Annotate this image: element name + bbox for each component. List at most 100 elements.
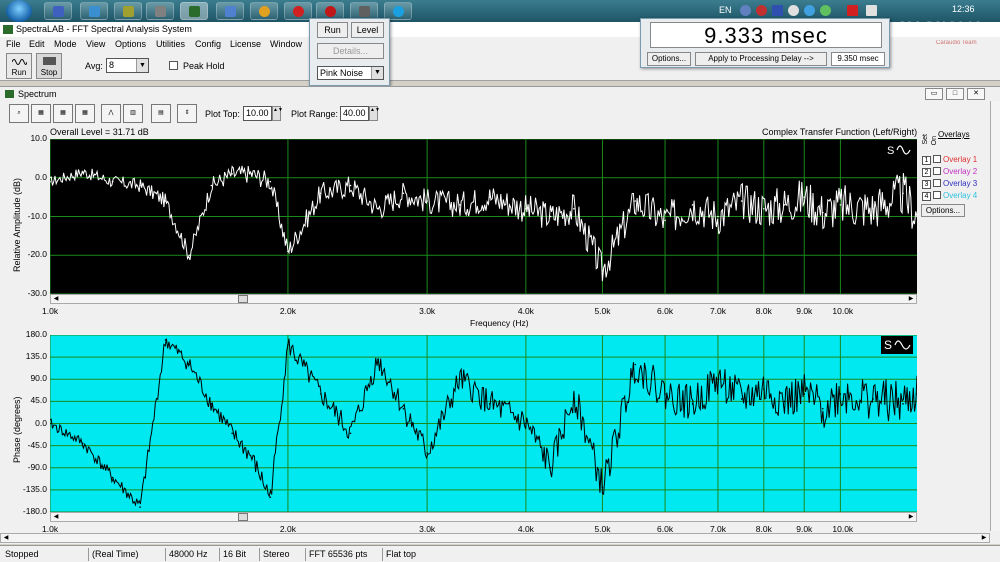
scroll-right-icon[interactable]: ▶ <box>906 295 916 303</box>
overlay-set-button[interactable]: 4 <box>922 192 931 201</box>
zoom-full-icon[interactable]: ▦ <box>75 104 95 123</box>
phase-plot[interactable] <box>50 335 917 512</box>
menu-config[interactable]: Config <box>195 39 221 49</box>
plot-top-spinner[interactable]: ▲▼ <box>272 106 283 121</box>
taskbar-app-2[interactable] <box>80 2 108 20</box>
start-button[interactable] <box>6 0 32 22</box>
flag-icon[interactable] <box>772 5 783 16</box>
data-point <box>573 393 575 395</box>
menu-view[interactable]: View <box>86 39 105 49</box>
signal-type-select[interactable]: Pink Noise ▼ <box>317 66 384 80</box>
y-tick-label: -20.0 <box>27 249 47 260</box>
overlay-set-button[interactable]: 1 <box>922 156 931 165</box>
amd-icon[interactable] <box>847 5 858 16</box>
taskbar-app-4[interactable] <box>146 2 174 20</box>
overlay-options-button[interactable]: Options... <box>921 204 965 217</box>
plot-range-spinner[interactable]: ▲▼ <box>369 106 380 121</box>
overlay-set-button[interactable]: 2 <box>922 168 931 177</box>
status-state: Stopped <box>5 549 39 559</box>
bar-plot-icon[interactable]: ▥ <box>123 104 143 123</box>
taskbar-app-3[interactable] <box>114 2 142 20</box>
scroll-thumb[interactable] <box>238 513 248 521</box>
data-point <box>287 250 289 253</box>
generator-run-button[interactable]: Run <box>317 22 348 38</box>
app-icon <box>359 6 370 17</box>
menu-edit[interactable]: Edit <box>29 39 45 49</box>
overlays-panel: Overlays Set On 1 Overlay 1 2 Overlay 2 3 O… <box>918 128 998 218</box>
zoom-in-icon[interactable]: ▦ <box>31 104 51 123</box>
sine-wave-icon[interactable]: S <box>885 142 913 158</box>
cursor-icon[interactable]: ⇕ <box>177 104 197 123</box>
generator-details-button[interactable]: Details... <box>317 43 384 59</box>
scroll-right-icon[interactable]: ▶ <box>979 534 989 542</box>
close-button[interactable]: ✕ <box>967 88 985 100</box>
generator-level-button[interactable]: Level <box>351 22 384 38</box>
tray-icon[interactable] <box>788 5 799 16</box>
sine-wave-icon[interactable]: S <box>881 336 913 354</box>
run-button[interactable]: Run <box>6 53 32 79</box>
taskbar-app-spectralab[interactable] <box>180 2 208 20</box>
zoom-out-icon[interactable]: ▦ <box>53 104 73 123</box>
stop-button[interactable]: Stop <box>36 53 62 79</box>
function-label: Complex Transfer Function (Left/Right) <box>762 127 918 137</box>
overlay-row-4[interactable]: 4 Overlay 4 <box>922 191 977 202</box>
peak-hold-checkbox[interactable] <box>169 61 178 70</box>
line-plot-icon[interactable]: ⋀ <box>101 104 121 123</box>
tray-icon[interactable] <box>804 5 815 16</box>
menu-window[interactable]: Window <box>270 39 302 49</box>
phase-x-scrollbar[interactable]: ◀ ▶ <box>50 512 917 522</box>
delay-value-field[interactable]: 9.350 msec <box>831 52 885 66</box>
spectrum-window: Spectrum ▭ □ ✕ ⌕ ▦ ▦ ▦ ⋀ ▥ ▤ ⇕ Plot Top:… <box>0 86 1000 544</box>
taskbar-app-chrome[interactable] <box>250 2 278 20</box>
data-point <box>377 358 379 361</box>
overlay-set-button[interactable]: 3 <box>922 180 931 189</box>
minimize-button[interactable]: ▭ <box>925 88 943 100</box>
overlay-checkbox[interactable] <box>933 179 941 187</box>
taskbar-app-8[interactable] <box>284 2 312 20</box>
data-point <box>740 398 743 400</box>
zoom-icon[interactable]: ⌕ <box>9 104 29 123</box>
data-point <box>717 215 719 218</box>
menu-file[interactable]: File <box>6 39 21 49</box>
plot-range-input[interactable]: 40.00 <box>340 106 369 121</box>
scroll-right-icon[interactable]: ▶ <box>906 513 916 521</box>
data-point <box>111 180 114 183</box>
menu-license[interactable]: License <box>230 39 261 49</box>
scroll-thumb[interactable] <box>238 295 248 303</box>
avg-select[interactable]: 8 ▼ <box>106 58 149 73</box>
taskbar-app-6[interactable] <box>216 2 244 20</box>
window-v-scrollbar[interactable] <box>990 101 1000 531</box>
overlay-checkbox[interactable] <box>933 191 941 199</box>
taskbar-app-1[interactable] <box>44 2 72 20</box>
delay-options-button[interactable]: Options... <box>647 52 691 66</box>
volume-icon[interactable] <box>866 5 877 16</box>
table-icon[interactable]: ▤ <box>151 104 171 123</box>
scroll-left-icon[interactable]: ◀ <box>1 534 11 542</box>
overlay-row-2[interactable]: 2 Overlay 2 <box>922 167 977 178</box>
tray-icon[interactable] <box>740 5 751 16</box>
chevron-down-icon[interactable]: ▼ <box>136 59 148 72</box>
tray-icon[interactable] <box>820 5 831 16</box>
clock[interactable]: 12:36 <box>952 4 975 14</box>
menu-mode[interactable]: Mode <box>54 39 77 49</box>
language-indicator[interactable]: EN <box>719 5 732 15</box>
avg-value: 8 <box>109 60 115 70</box>
window-h-scrollbar[interactable]: ◀ ▶ <box>0 533 990 543</box>
plot-top-input[interactable]: 10.00 <box>243 106 272 121</box>
overlay-checkbox[interactable] <box>933 155 941 163</box>
menu-options[interactable]: Options <box>115 39 146 49</box>
y-tick-label: 45.0 <box>30 395 47 406</box>
menu-utilities[interactable]: Utilities <box>156 39 185 49</box>
maximize-button[interactable]: □ <box>946 88 964 100</box>
scroll-left-icon[interactable]: ◀ <box>51 295 61 303</box>
overlay-row-3[interactable]: 3 Overlay 3 <box>922 179 977 190</box>
apply-delay-button[interactable]: Apply to Processing Delay --> <box>695 52 827 66</box>
scroll-left-icon[interactable]: ◀ <box>51 513 61 521</box>
amplitude-x-scrollbar[interactable]: ◀ ▶ <box>50 294 917 304</box>
overlay-checkbox[interactable] <box>933 167 941 175</box>
chevron-down-icon[interactable]: ▼ <box>371 67 383 79</box>
overlay-row-1[interactable]: 1 Overlay 1 <box>922 155 977 166</box>
amplitude-plot[interactable] <box>50 139 917 294</box>
sine-icon-letter: S <box>884 338 892 352</box>
tray-icon[interactable] <box>756 5 767 16</box>
